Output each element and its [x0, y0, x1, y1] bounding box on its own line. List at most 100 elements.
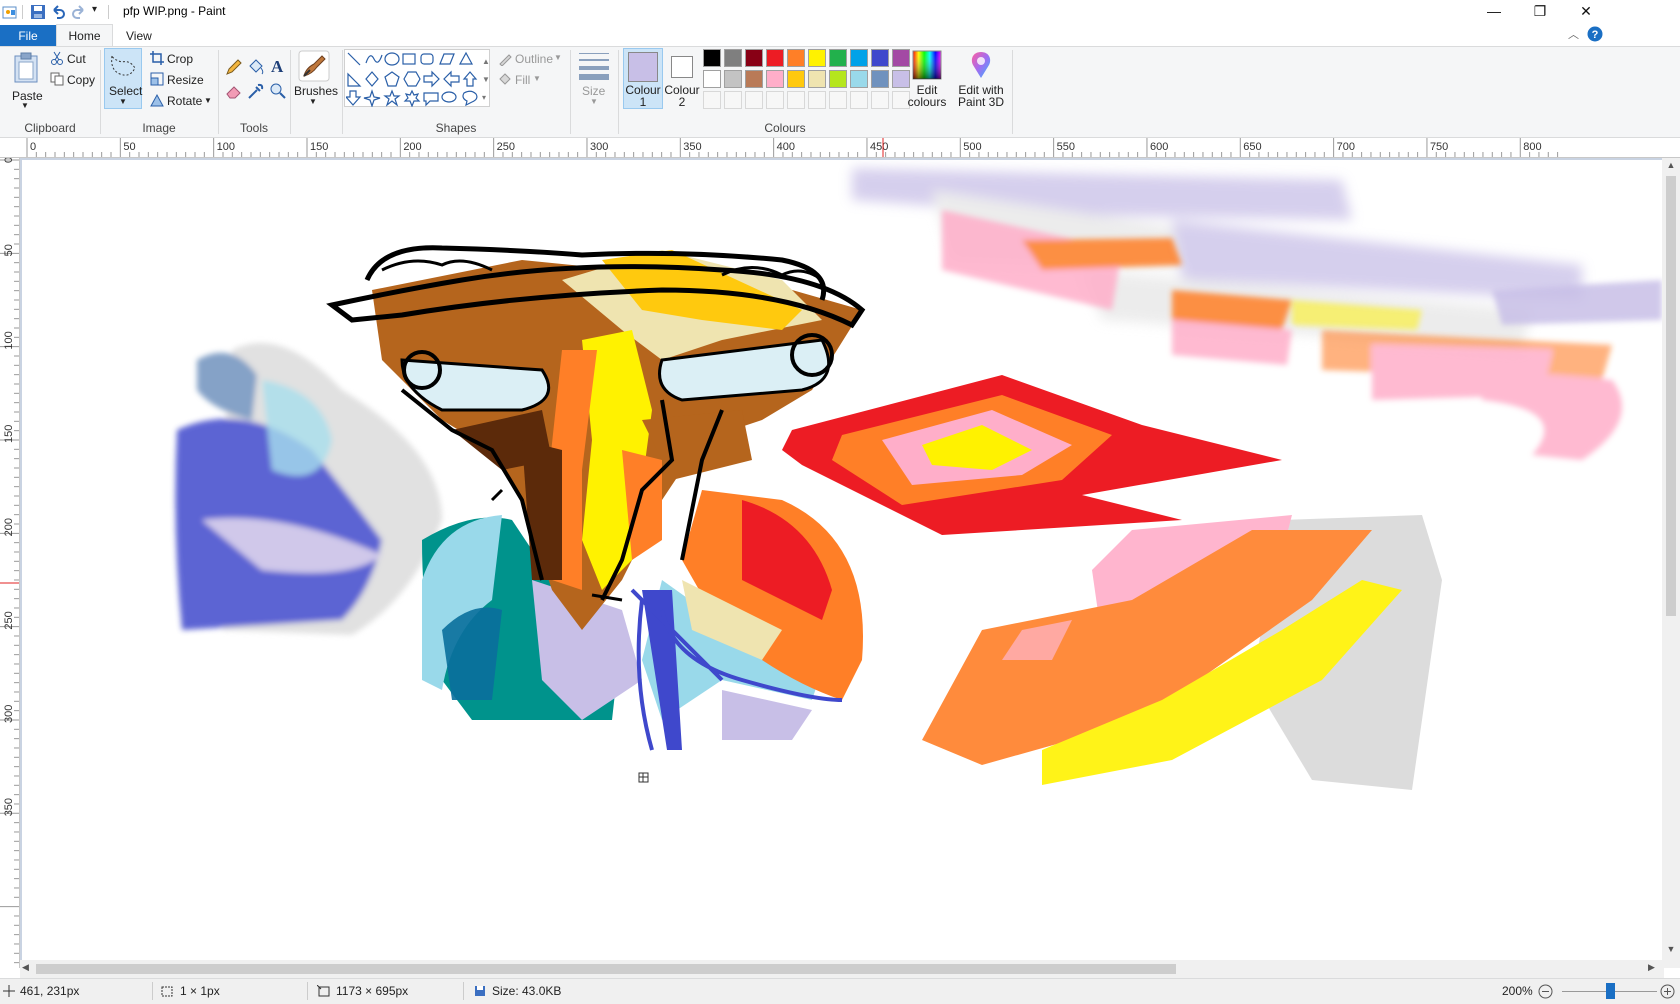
palette-swatch[interactable]: [787, 49, 805, 67]
palette-swatch[interactable]: [829, 49, 847, 67]
edit-colours-icon[interactable]: [912, 50, 942, 80]
cut-icon[interactable]: [50, 51, 64, 65]
pencil-icon[interactable]: [225, 58, 243, 76]
brushes-button[interactable]: Brushes: [294, 84, 338, 98]
magnifier-icon[interactable]: [269, 82, 287, 100]
size-dropdown-chevron-icon[interactable]: ▼: [590, 97, 598, 106]
copy-icon[interactable]: [50, 72, 64, 86]
colour2-button[interactable]: Colour 2: [664, 84, 700, 108]
palette-swatch[interactable]: [871, 49, 889, 67]
shapes-scroll-chevron-icon[interactable]: ▲ ▼ ▾: [482, 53, 490, 107]
custom-colour-slot[interactable]: [871, 91, 889, 109]
scroll-right-arrow-icon[interactable]: ▶: [1648, 962, 1655, 973]
edit-with-paint3d-button[interactable]: Edit with Paint 3D: [956, 84, 1006, 108]
zoom-in-icon[interactable]: [1660, 984, 1675, 999]
custom-colour-slot[interactable]: [829, 91, 847, 109]
palette-swatch[interactable]: [808, 70, 826, 88]
paste-icon[interactable]: [12, 52, 40, 84]
palette-swatch[interactable]: [703, 70, 721, 88]
fill-icon[interactable]: [498, 72, 512, 86]
palette-swatch[interactable]: [871, 70, 889, 88]
window-title: pfp WIP.png - Paint: [123, 4, 226, 18]
palette-swatch[interactable]: [892, 49, 910, 67]
ruler-label: 250: [497, 141, 515, 153]
rotate-icon[interactable]: [150, 93, 164, 107]
rotate-dropdown-chevron-icon[interactable]: ▼: [204, 96, 212, 105]
restore-button[interactable]: ❐: [1517, 0, 1563, 24]
outline-icon[interactable]: [498, 52, 512, 66]
colour2-swatch[interactable]: [671, 56, 693, 78]
custom-colour-slot[interactable]: [724, 91, 742, 109]
fill-bucket-icon[interactable]: [247, 58, 265, 76]
vertical-scrollbar[interactable]: ▲ ▼: [1662, 158, 1680, 968]
resize-button[interactable]: Resize: [167, 73, 204, 87]
palette-swatch[interactable]: [766, 70, 784, 88]
text-tool-icon[interactable]: A: [271, 57, 283, 77]
resize-icon[interactable]: [150, 72, 164, 86]
palette-swatch[interactable]: [703, 49, 721, 67]
tab-file[interactable]: File: [0, 25, 56, 47]
save-icon[interactable]: [30, 4, 46, 20]
copy-button[interactable]: Copy: [67, 73, 95, 87]
ruler-label: 300: [590, 141, 608, 153]
paste-dropdown-chevron-icon[interactable]: ▼: [21, 101, 29, 110]
palette-swatch[interactable]: [745, 70, 763, 88]
select-dropdown-chevron-icon[interactable]: ▼: [119, 97, 127, 106]
palette-swatch[interactable]: [766, 49, 784, 67]
eraser-icon[interactable]: [225, 82, 243, 100]
shapes-gallery-icons[interactable]: [346, 51, 480, 107]
size-icon[interactable]: [578, 51, 610, 81]
selection-size-icon: [161, 986, 173, 997]
help-icon[interactable]: ?: [1587, 26, 1603, 42]
palette-swatch[interactable]: [724, 70, 742, 88]
palette-swatch[interactable]: [745, 49, 763, 67]
custom-colour-slot[interactable]: [787, 91, 805, 109]
zoom-slider-thumb[interactable]: [1606, 983, 1615, 999]
customize-qat-chevron-icon[interactable]: ▾: [92, 4, 97, 15]
vertical-scroll-thumb[interactable]: [1666, 176, 1676, 616]
scroll-up-arrow-icon[interactable]: ▲: [1662, 160, 1680, 170]
fill-dropdown-chevron-icon[interactable]: ▼: [533, 74, 541, 83]
horizontal-scrollbar[interactable]: ◀ ▶: [20, 960, 1664, 978]
drawing-canvas[interactable]: [22, 160, 1662, 966]
outline-dropdown-chevron-icon[interactable]: ▼: [554, 53, 562, 62]
scroll-left-arrow-icon[interactable]: ◀: [22, 962, 29, 973]
ruler-label: 500: [963, 141, 981, 153]
custom-colour-slot[interactable]: [766, 91, 784, 109]
close-button[interactable]: ✕: [1563, 0, 1609, 24]
ruler-label: 650: [1243, 141, 1261, 153]
palette-swatch[interactable]: [787, 70, 805, 88]
undo-icon[interactable]: [50, 4, 66, 20]
outline-button[interactable]: Outline: [515, 52, 553, 66]
tab-view[interactable]: View: [126, 25, 152, 47]
custom-colour-slot[interactable]: [808, 91, 826, 109]
fill-button[interactable]: Fill: [515, 73, 530, 87]
brushes-icon[interactable]: [298, 50, 330, 82]
palette-swatch[interactable]: [829, 70, 847, 88]
size-button[interactable]: Size: [582, 84, 605, 98]
palette-swatch[interactable]: [850, 70, 868, 88]
horizontal-scroll-thumb[interactable]: [36, 964, 1176, 974]
scroll-down-arrow-icon[interactable]: ▼: [1662, 944, 1680, 954]
palette-swatch[interactable]: [808, 49, 826, 67]
minimize-button[interactable]: —: [1471, 0, 1517, 24]
palette-swatch[interactable]: [850, 49, 868, 67]
crop-icon[interactable]: [150, 51, 164, 65]
paint-app-icon[interactable]: [2, 4, 18, 20]
custom-colour-slot[interactable]: [745, 91, 763, 109]
brushes-dropdown-chevron-icon[interactable]: ▼: [309, 97, 317, 106]
tab-home[interactable]: Home: [56, 24, 113, 47]
collapse-ribbon-chevron-icon[interactable]: ︿: [1568, 26, 1579, 42]
zoom-out-icon[interactable]: [1538, 984, 1553, 999]
rotate-button[interactable]: Rotate: [167, 94, 202, 108]
colour-picker-icon[interactable]: [247, 82, 265, 100]
edit-colours-button[interactable]: Edit colours: [906, 84, 948, 108]
cut-button[interactable]: Cut: [67, 52, 86, 66]
redo-icon[interactable]: [71, 4, 87, 20]
custom-colour-slot[interactable]: [703, 91, 721, 109]
palette-swatch[interactable]: [724, 49, 742, 67]
crop-button[interactable]: Crop: [167, 52, 193, 66]
ruler-label: 550: [1057, 141, 1075, 153]
paint-3d-icon[interactable]: [967, 50, 995, 80]
custom-colour-slot[interactable]: [850, 91, 868, 109]
